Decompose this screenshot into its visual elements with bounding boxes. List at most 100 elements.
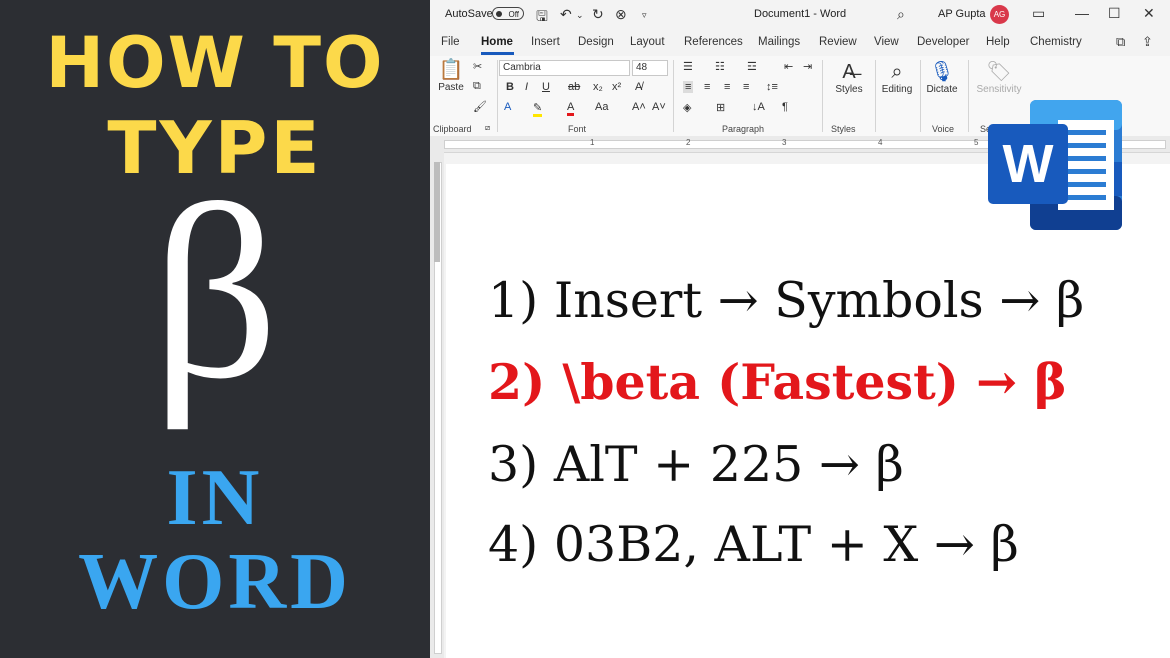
format-painter-icon[interactable]: 🖌: [473, 100, 487, 113]
underline-icon[interactable]: U: [542, 81, 550, 93]
change-case-icon[interactable]: Aa: [595, 101, 608, 113]
tab-layout[interactable]: Layout: [630, 36, 665, 48]
user-name[interactable]: AP Gupta: [938, 8, 986, 20]
font-color-icon[interactable]: A: [567, 101, 575, 116]
document-page[interactable]: 1) Insert → Symbols → β 2) \beta (Fastes…: [446, 164, 1170, 658]
align-center-icon[interactable]: ≡: [704, 81, 710, 93]
ruler-number: 5: [974, 138, 979, 147]
sensitivity-icon: 🏷: [986, 61, 1012, 83]
font-group-label: Font: [568, 124, 587, 134]
subscript-icon[interactable]: x₂: [593, 81, 603, 93]
search-icon: ⌕: [891, 61, 903, 83]
document-title: Document1 - Word: [754, 8, 847, 20]
multilevel-list-icon[interactable]: ☲: [747, 60, 757, 73]
group-divider: [920, 60, 921, 132]
tab-file[interactable]: File: [441, 36, 460, 48]
ribbon-display-icon[interactable]: ▭: [1032, 5, 1045, 22]
tab-design[interactable]: Design: [578, 36, 614, 48]
tab-review[interactable]: Review: [819, 36, 857, 48]
italic-icon[interactable]: I: [525, 81, 528, 93]
shrink-font-icon[interactable]: A˅: [652, 101, 666, 113]
heading-word: WORD: [78, 538, 352, 626]
autosave-toggle[interactable]: Off: [492, 7, 524, 20]
beta-symbol: β: [151, 154, 279, 431]
ruler-number: 2: [686, 138, 691, 147]
comments-icon[interactable]: ⧉: [1116, 34, 1125, 50]
styles-icon: A̶: [842, 61, 856, 83]
tab-mailings[interactable]: Mailings: [758, 36, 800, 48]
sort-icon[interactable]: ↓A: [752, 101, 765, 113]
document-line-2: 2) \beta (Fastest) → β: [488, 353, 1067, 411]
dictate-button[interactable]: 🎙 Dictate: [924, 60, 960, 95]
shading-icon[interactable]: ◈: [683, 101, 691, 114]
word-logo-icon: W: [988, 100, 1122, 230]
avatar[interactable]: AG: [990, 5, 1009, 24]
tab-insert[interactable]: Insert: [531, 36, 560, 48]
share-icon[interactable]: ⇪: [1142, 34, 1153, 50]
clipboard-group-label: Clipboard: [433, 124, 472, 134]
customize-qat-icon[interactable]: ▿: [642, 10, 647, 21]
voice-group-label: Voice: [932, 124, 955, 134]
search-icon[interactable]: ⌕: [897, 6, 905, 23]
document-line-4: 4) 03B2, ALT + X → β: [488, 516, 1019, 573]
editing-button[interactable]: ⌕ Editing: [879, 60, 915, 95]
tab-chemistry[interactable]: Chemistry: [1030, 36, 1082, 48]
clear-formatting-icon[interactable]: A̸: [635, 81, 642, 93]
cut-icon[interactable]: ✂: [473, 60, 482, 73]
thumbnail-panel: HOW TO TYPE β IN WORD: [0, 0, 430, 658]
paragraph-group-label: Paragraph: [722, 124, 765, 134]
editing-label: Editing: [881, 84, 913, 95]
ruler-number: 3: [782, 138, 787, 147]
heading-in: IN: [166, 454, 264, 542]
paste-label: Paste: [438, 82, 464, 93]
increase-indent-icon[interactable]: ⇥: [803, 60, 812, 73]
align-right-icon[interactable]: ≡: [724, 81, 730, 93]
active-tab-indicator: [481, 52, 514, 55]
ribbon-tabs: File Home Insert Design Layout Reference…: [430, 30, 1170, 56]
highlight-icon[interactable]: ✎: [533, 101, 543, 117]
grow-font-icon[interactable]: A˄: [632, 101, 646, 113]
strikethrough-icon[interactable]: ab: [568, 81, 580, 93]
copy-icon[interactable]: ⧉: [473, 80, 481, 93]
ruler-number: 1: [590, 138, 595, 147]
show-formatting-icon[interactable]: ¶: [782, 101, 788, 113]
tab-view[interactable]: View: [874, 36, 899, 48]
undo-dropdown-icon[interactable]: ⌄: [576, 10, 584, 21]
sensitivity-button[interactable]: 🏷 Sensitivity: [975, 60, 1023, 95]
ruler-number: 4: [878, 138, 883, 147]
font-size-select[interactable]: 48: [632, 60, 668, 76]
styles-label: Styles: [835, 84, 863, 95]
superscript-icon[interactable]: x²: [612, 81, 621, 93]
align-left-icon[interactable]: ≡: [683, 81, 694, 93]
save-icon[interactable]: 🖫: [536, 6, 548, 30]
text-effects-icon[interactable]: A: [504, 101, 511, 113]
styles-button[interactable]: A̶ Styles: [832, 60, 866, 95]
tab-developer[interactable]: Developer: [917, 36, 969, 48]
close-icon[interactable]: ✕: [1143, 5, 1155, 22]
vertical-ruler[interactable]: [430, 152, 444, 658]
font-name-select[interactable]: Cambria: [499, 60, 630, 76]
decrease-indent-icon[interactable]: ⇤: [784, 60, 793, 73]
microphone-icon: 🎙: [929, 61, 955, 83]
line-spacing-icon[interactable]: ↕≡: [766, 81, 778, 93]
numbering-icon[interactable]: ☷: [715, 60, 725, 73]
borders-icon[interactable]: ⊞: [716, 101, 725, 114]
clipboard-icon: 📋: [438, 59, 464, 81]
tab-help[interactable]: Help: [986, 36, 1010, 48]
group-divider: [822, 60, 823, 132]
cancel-icon[interactable]: ⊗: [615, 6, 627, 23]
vertical-ruler-margin: [434, 162, 440, 262]
redo-icon[interactable]: ↻: [592, 6, 604, 23]
maximize-icon[interactable]: ☐: [1108, 5, 1121, 22]
bullets-icon[interactable]: ☰: [683, 60, 693, 73]
paste-button[interactable]: 📋 Paste: [436, 58, 466, 93]
clipboard-launcher-icon[interactable]: ⧄: [485, 123, 490, 133]
tab-references[interactable]: References: [684, 36, 743, 48]
bold-icon[interactable]: B: [506, 81, 514, 93]
document-line-1: 1) Insert → Symbols → β: [488, 272, 1085, 329]
tab-home[interactable]: Home: [481, 36, 513, 48]
justify-icon[interactable]: ≡: [743, 81, 749, 93]
minimize-icon[interactable]: —: [1075, 5, 1089, 21]
undo-icon[interactable]: ↶: [560, 6, 572, 23]
group-divider: [497, 60, 498, 132]
